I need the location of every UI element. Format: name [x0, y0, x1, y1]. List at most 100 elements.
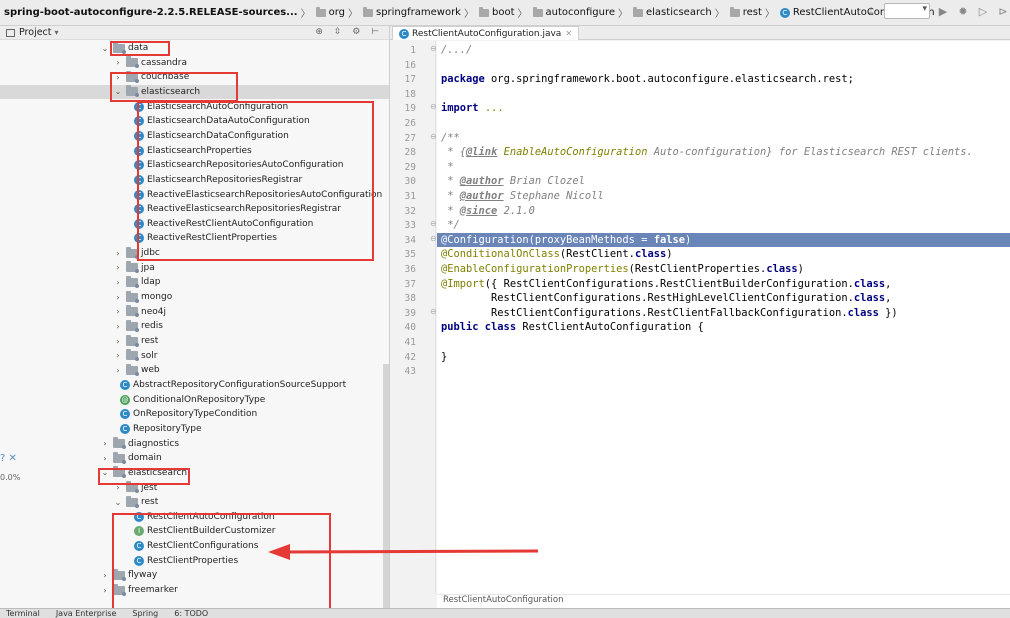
breadcrumb-item[interactable]: 〉 springframework — [345, 5, 461, 20]
tree-folder[interactable]: ⌄ rest — [113, 495, 158, 509]
chevron-right-icon[interactable]: › — [113, 249, 123, 258]
code-line[interactable]: * @author Stephane Nicoll — [441, 189, 603, 203]
code-editor[interactable]: /.../ package org.springframework.boot.au… — [437, 41, 1010, 594]
fold-marker-icon[interactable]: ⊖ — [430, 219, 437, 228]
tree-item[interactable]: C RepositoryType — [113, 422, 202, 436]
tree-item[interactable]: @ ConditionalOnRepositoryType — [113, 393, 265, 407]
run-config-select[interactable] — [884, 3, 930, 19]
code-line[interactable]: * @author Brian Clozel — [441, 174, 585, 188]
breadcrumb-label: elasticsearch — [646, 7, 712, 18]
breadcrumb-item[interactable]: 〉 elasticsearch — [615, 5, 712, 20]
profile-icon[interactable]: ⊳ — [996, 5, 1010, 18]
chevron-right-icon[interactable]: › — [113, 322, 123, 331]
tree-folder[interactable]: › solr — [113, 349, 157, 363]
code-line[interactable]: @EnableConfigurationProperties(RestClien… — [441, 262, 804, 276]
tool-window-button[interactable]: Java Enterprise — [56, 609, 117, 618]
project-title[interactable]: Project — [19, 27, 52, 38]
coverage-icon[interactable]: ▷ — [976, 5, 990, 18]
code-line[interactable]: * — [441, 160, 453, 174]
code-line[interactable]: public class RestClientAutoConfiguration… — [441, 320, 704, 334]
class-icon: C — [120, 379, 130, 390]
tree-label: ConditionalOnRepositoryType — [133, 394, 266, 405]
chevron-down-icon[interactable]: ⌄ — [100, 44, 110, 53]
close-icon[interactable]: ✕ — [565, 29, 572, 38]
code-line[interactable]: */ — [441, 218, 460, 232]
breadcrumb-item[interactable]: 〉 rest — [712, 5, 762, 20]
tree-folder[interactable]: › rest — [113, 334, 158, 348]
code-line[interactable]: @Configuration(proxyBeanMethods = false) — [437, 232, 1010, 247]
tree-folder[interactable]: › jpa — [113, 261, 155, 275]
breadcrumb-item[interactable]: 〉 autoconfigure — [515, 5, 615, 20]
breadcrumb-item[interactable]: 〉 boot — [461, 5, 515, 20]
code-line[interactable]: package org.springframework.boot.autocon… — [441, 72, 854, 86]
debug-icon[interactable]: ✹ — [956, 5, 970, 18]
tree-folder[interactable]: › cassandra — [113, 56, 187, 70]
chevron-right-icon[interactable]: › — [113, 366, 123, 375]
tree-folder[interactable]: › mongo — [113, 290, 172, 304]
folder-icon — [729, 6, 740, 17]
code-line[interactable]: RestClientConfigurations.RestClientFallb… — [441, 306, 898, 320]
folder-icon — [126, 319, 139, 332]
fold-marker-icon[interactable]: ⊖ — [430, 132, 437, 141]
code-line[interactable]: import ... — [441, 101, 504, 115]
project-icon — [6, 28, 15, 37]
line-number: 17 — [404, 74, 416, 86]
code-line[interactable]: * {@link EnableAutoConfiguration Auto-co… — [441, 145, 973, 159]
tool-window-button[interactable]: Spring — [132, 609, 158, 618]
tree-folder[interactable]: › domain — [100, 451, 162, 465]
chevron-right-icon[interactable]: › — [113, 293, 123, 302]
chevron-right-icon[interactable]: › — [113, 307, 123, 316]
folder-icon — [126, 56, 139, 69]
chevron-right-icon[interactable]: › — [113, 337, 123, 346]
line-number: 35 — [404, 249, 416, 261]
chevron-right-icon[interactable]: › — [100, 439, 110, 448]
tree-folder[interactable]: › ldap — [113, 275, 160, 289]
tree-folder[interactable]: › neo4j — [113, 305, 166, 319]
help-icon[interactable]: ? ✕ — [0, 453, 17, 464]
project-header: Project ▾ ⊕ ⇳ ⚙ ⊢ — [0, 26, 389, 40]
code-line[interactable]: /.../ — [441, 43, 472, 57]
chevron-down-icon[interactable]: ▾ — [55, 28, 59, 37]
code-line[interactable]: @Import({ RestClientConfigurations.RestC… — [441, 277, 891, 291]
chevron-right-icon[interactable]: › — [113, 351, 123, 360]
tree-folder[interactable]: › diagnostics — [100, 437, 179, 451]
fold-marker-icon[interactable]: ⊖ — [430, 307, 437, 316]
chevron-right-icon[interactable]: › — [100, 571, 110, 580]
line-number: 33 — [404, 220, 416, 232]
run-icon[interactable]: ▶ — [936, 5, 950, 18]
tree-label: rest — [141, 336, 159, 346]
code-line[interactable]: } — [441, 350, 447, 364]
chevron-right-icon[interactable]: › — [100, 454, 110, 463]
breadcrumb-item[interactable]: spring-boot-autoconfigure-2.2.5.RELEASE-… — [4, 7, 298, 18]
tree-item[interactable]: C OnRepositoryTypeCondition — [113, 407, 257, 421]
code-line[interactable]: RestClientConfigurations.RestHighLevelCl… — [441, 291, 891, 305]
code-line[interactable]: /** — [441, 131, 460, 145]
fold-marker-icon[interactable]: ⊖ — [430, 102, 437, 111]
code-line[interactable]: * @since 2.1.0 — [441, 204, 535, 218]
tree-folder[interactable]: › web — [113, 363, 160, 377]
folder-icon — [362, 6, 373, 17]
tree-folder[interactable]: › redis — [113, 319, 163, 333]
tree-label: diagnostics — [128, 438, 180, 449]
chevron-right-icon[interactable]: › — [100, 586, 110, 595]
chevron-down-icon[interactable]: ⌄ — [113, 498, 123, 507]
project-panel: Project ▾ ⊕ ⇳ ⚙ ⊢ ⌄ data › cassandra › couchb… — [0, 26, 390, 608]
chevron-right-icon[interactable]: › — [113, 278, 123, 287]
panel-tools-icon[interactable]: ⊕ ⇳ ⚙ ⊢ — [315, 27, 383, 37]
breadcrumb-item[interactable]: 〉 org — [298, 5, 345, 20]
line-number: 31 — [404, 191, 416, 202]
chevron-right-icon[interactable]: › — [113, 263, 123, 272]
code-line[interactable]: @ConditionalOnClass(RestClient.class) — [441, 247, 672, 261]
project-scrollbar[interactable] — [383, 364, 389, 608]
fold-marker-icon[interactable]: ⊖ — [430, 44, 437, 53]
sort-icon[interactable]: ⇣ — [864, 5, 878, 18]
line-number: 30 — [404, 176, 416, 188]
fold-marker-icon[interactable]: ⊖ — [430, 234, 437, 243]
tool-window-button[interactable]: 6: TODO — [174, 609, 208, 618]
tree-item[interactable]: C AbstractRepositoryConfigurationSourceSu… — [113, 378, 346, 392]
tab-restclientautoconfiguration[interactable]: C RestClientAutoConfiguration.java ✕ — [392, 26, 580, 40]
tool-window-button[interactable]: Terminal — [6, 609, 40, 618]
chevron-right-icon[interactable]: › — [113, 58, 123, 67]
tree-label: redis — [141, 321, 163, 332]
line-number: 29 — [404, 161, 416, 173]
